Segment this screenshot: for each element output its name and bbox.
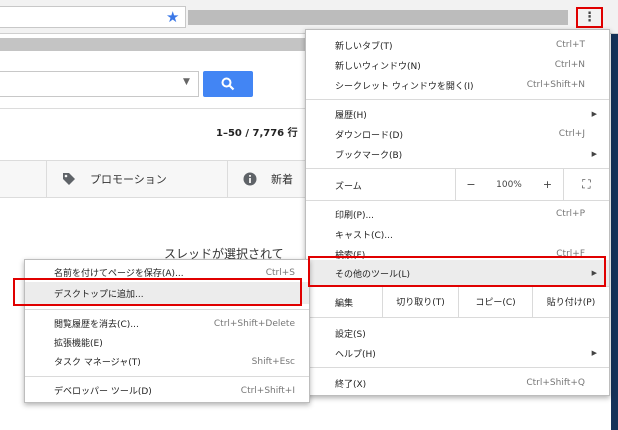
menu-item-label: ヘルプ(H) <box>335 349 376 360</box>
search-input[interactable] <box>0 71 199 97</box>
tag-icon <box>63 173 75 185</box>
menu-item-label: キャスト(C)... <box>335 230 393 241</box>
chevron-right-icon: ▶ <box>591 349 597 357</box>
menu-item-label: 印刷(P)... <box>335 210 375 221</box>
divider <box>306 99 609 100</box>
search-icon <box>221 77 235 91</box>
tab-updates[interactable]: 新着 <box>243 161 293 197</box>
menu-item-shortcut: Ctrl+N <box>554 60 585 70</box>
divider <box>306 367 609 368</box>
menu-item-label: シークレット ウィンドウを開く(I) <box>335 81 474 92</box>
divider <box>46 161 47 197</box>
edit-label: 編集 <box>335 299 354 309</box>
star-icon[interactable]: ★ <box>166 8 179 26</box>
divider <box>306 317 609 318</box>
zoom-level: 100% <box>496 179 522 190</box>
submenu-item-extensions[interactable]: 拡張機能(E) <box>25 333 309 352</box>
menu-item-bookmarks[interactable]: ブックマーク(B) ▶ <box>306 144 609 164</box>
menu-item-shortcut: Ctrl+Shift+Delete <box>213 318 295 329</box>
menu-item-downloads[interactable]: ダウンロード(D) Ctrl+J <box>306 124 609 144</box>
submenu-item-clear-browsing[interactable]: 閲覧履歴を消去(C)... Ctrl+Shift+Delete <box>25 314 309 333</box>
annotation-highlight-more-tools <box>308 256 606 287</box>
divider <box>227 161 228 197</box>
tab-label: 新着 <box>271 173 293 186</box>
menu-item-label: 拡張機能(E) <box>54 339 103 349</box>
menu-item-label: デベロッパー ツール(D) <box>54 387 152 397</box>
search-button[interactable] <box>203 71 253 97</box>
menu-item-new-window[interactable]: 新しいウィンドウ(N) Ctrl+N <box>306 55 609 75</box>
menu-item-shortcut: Ctrl+Shift+N <box>526 80 585 90</box>
address-bar[interactable] <box>0 6 186 28</box>
menu-item-label: ブックマーク(B) <box>335 150 403 161</box>
menu-item-label: 設定(S) <box>335 329 366 340</box>
three-dot-vertical-icon: ⋮ <box>583 10 596 25</box>
chevron-right-icon: ▶ <box>591 150 597 158</box>
tab-label: プロモーション <box>90 173 167 186</box>
submenu-item-task-manager[interactable]: タスク マネージャ(T) Shift+Esc <box>25 352 309 371</box>
chevron-down-icon[interactable]: ▼ <box>183 77 190 87</box>
menu-item-shortcut: Ctrl+Shift+Q <box>526 378 585 388</box>
category-tabs: プロモーション 新着 <box>0 160 305 198</box>
menu-item-label: 終了(X) <box>335 379 367 390</box>
info-icon <box>243 172 257 186</box>
menu-item-cast[interactable]: キャスト(C)... <box>306 224 609 244</box>
extensions-strip <box>188 10 568 25</box>
chevron-right-icon: ▶ <box>591 110 597 118</box>
menu-item-label: 閲覧履歴を消去(C)... <box>54 320 139 330</box>
annotation-highlight-add-to-desktop <box>13 278 302 306</box>
menu-item-label: 新しいウィンドウ(N) <box>335 61 421 72</box>
menu-item-help[interactable]: ヘルプ(H) ▶ <box>306 343 609 363</box>
menu-item-incognito[interactable]: シークレット ウィンドウを開く(I) Ctrl+Shift+N <box>306 75 609 95</box>
menu-item-shortcut: Ctrl+T <box>555 40 585 50</box>
fullscreen-icon[interactable]: ⛶ <box>563 169 609 200</box>
divider <box>0 108 305 109</box>
zoom-out-button[interactable]: − <box>455 169 486 200</box>
copy-button[interactable]: コピー(C) <box>458 286 532 317</box>
zoom-row: ズーム − 100% + ⛶ <box>306 169 609 200</box>
menu-item-shortcut: Ctrl+S <box>265 267 295 278</box>
cut-button[interactable]: 切り取り(T) <box>382 286 458 317</box>
pagination-count: 1–50 / 7,776 行 <box>216 128 298 139</box>
chrome-main-menu: 新しいタブ(T) Ctrl+T 新しいウィンドウ(N) Ctrl+N シークレッ… <box>305 29 610 396</box>
menu-item-label: タスク マネージャ(T) <box>54 358 141 368</box>
menu-item-new-tab[interactable]: 新しいタブ(T) Ctrl+T <box>306 35 609 55</box>
divider <box>25 309 309 310</box>
zoom-in-button[interactable]: + <box>532 169 563 200</box>
menu-item-shortcut: Ctrl+Shift+I <box>240 385 295 396</box>
menu-item-settings[interactable]: 設定(S) <box>306 323 609 343</box>
chrome-menu-button[interactable]: ⋮ <box>576 7 603 28</box>
menu-item-label: 新しいタブ(T) <box>335 41 393 52</box>
zoom-label: ズーム <box>335 182 362 192</box>
divider <box>306 200 609 201</box>
menu-item-shortcut: Ctrl+J <box>558 129 585 139</box>
submenu-item-developer-tools[interactable]: デベロッパー ツール(D) Ctrl+Shift+I <box>25 381 309 400</box>
desktop-background <box>611 34 618 430</box>
menu-item-exit[interactable]: 終了(X) Ctrl+Shift+Q <box>306 373 609 393</box>
menu-item-history[interactable]: 履歴(H) ▶ <box>306 104 609 124</box>
divider <box>25 376 309 377</box>
menu-item-label: 履歴(H) <box>335 110 367 121</box>
bookmarks-bar <box>0 38 305 51</box>
tab-promotions[interactable]: プロモーション <box>62 161 167 197</box>
menu-item-shortcut: Shift+Esc <box>251 356 295 367</box>
menu-item-label: ダウンロード(D) <box>335 130 403 141</box>
menu-item-shortcut: Ctrl+P <box>556 209 585 219</box>
edit-row: 編集 切り取り(T) コピー(C) 貼り付け(P) <box>306 286 609 317</box>
menu-item-print[interactable]: 印刷(P)... Ctrl+P <box>306 204 609 224</box>
paste-button[interactable]: 貼り付け(P) <box>532 286 609 317</box>
